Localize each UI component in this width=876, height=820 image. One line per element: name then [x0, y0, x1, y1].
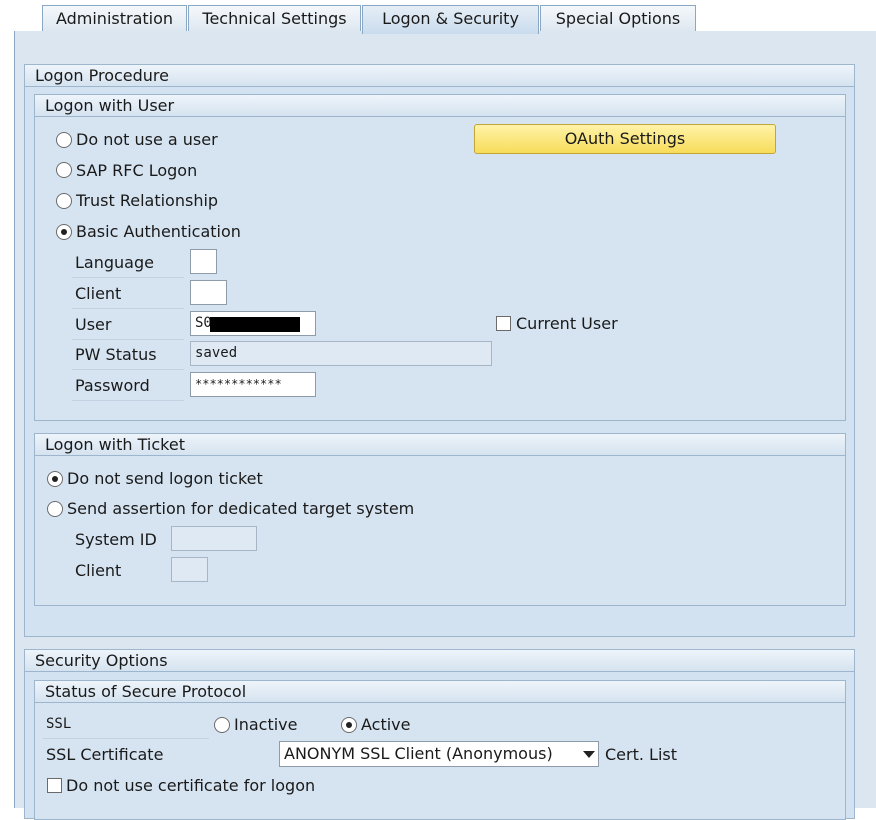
radio-do-not-send-ticket[interactable] — [47, 471, 63, 487]
system-id-input — [171, 526, 257, 551]
radio-ssl-active[interactable] — [341, 717, 357, 733]
ssl-label: SSL — [43, 710, 209, 739]
radio-ssl-inactive[interactable] — [214, 717, 230, 733]
logon-with-ticket-title: Logon with Ticket — [35, 434, 845, 456]
client-label: Client — [72, 280, 184, 309]
client-input[interactable] — [190, 280, 227, 305]
radio-basic-authentication[interactable] — [56, 224, 72, 240]
ssl-certificate-select[interactable]: ANONYM SSL Client (Anonymous) — [279, 741, 599, 767]
chevron-down-icon — [583, 751, 595, 758]
no-cert-logon-label: Do not use certificate for logon — [66, 776, 316, 795]
radio-basic-authentication-label: Basic Authentication — [76, 222, 241, 241]
radio-do-not-use-user-label: Do not use a user — [76, 130, 218, 149]
security-options-title: Security Options — [25, 650, 854, 672]
oauth-settings-button[interactable]: OAuth Settings — [474, 124, 776, 154]
ticket-client-label: Client — [75, 561, 122, 580]
secure-protocol-title: Status of Secure Protocol — [35, 681, 845, 703]
current-user-label: Current User — [516, 314, 618, 333]
tab-special-options[interactable]: Special Options — [540, 5, 696, 32]
cert-list-label: Cert. List — [605, 745, 678, 764]
radio-do-not-send-ticket-label: Do not send logon ticket — [67, 469, 263, 488]
radio-do-not-use-user[interactable] — [56, 132, 72, 148]
logon-procedure-title: Logon Procedure — [25, 65, 854, 87]
radio-trust-relationship[interactable] — [56, 193, 72, 209]
ssl-certificate-label: SSL Certificate — [46, 745, 164, 764]
password-input[interactable]: ************ — [190, 372, 316, 397]
radio-sap-rfc-logon-label: SAP RFC Logon — [76, 161, 198, 180]
current-user-checkbox[interactable] — [496, 316, 511, 331]
password-label: Password — [72, 372, 184, 401]
radio-sap-rfc-logon[interactable] — [56, 162, 72, 178]
language-input[interactable] — [190, 249, 217, 274]
radio-ssl-inactive-label: Inactive — [234, 715, 298, 734]
radio-send-assertion-label: Send assertion for dedicated target syst… — [67, 499, 415, 518]
logon-with-user-title: Logon with User — [35, 95, 845, 117]
language-label: Language — [72, 249, 184, 278]
radio-send-assertion[interactable] — [47, 501, 63, 517]
redacted-username-block — [210, 317, 300, 332]
pw-status-field: saved — [190, 341, 492, 366]
ticket-client-input — [171, 557, 208, 582]
user-label: User — [72, 311, 184, 340]
tab-administration[interactable]: Administration — [42, 5, 187, 32]
tab-technical-settings[interactable]: Technical Settings — [188, 5, 361, 32]
no-cert-logon-checkbox[interactable] — [47, 778, 62, 793]
tab-logon-security[interactable]: Logon & Security — [362, 5, 539, 34]
ssl-certificate-value: ANONYM SSL Client (Anonymous) — [284, 744, 553, 763]
radio-ssl-active-label: Active — [361, 715, 411, 734]
pw-status-label: PW Status — [72, 341, 184, 370]
radio-trust-relationship-label: Trust Relationship — [76, 191, 219, 210]
system-id-label: System ID — [75, 530, 157, 549]
